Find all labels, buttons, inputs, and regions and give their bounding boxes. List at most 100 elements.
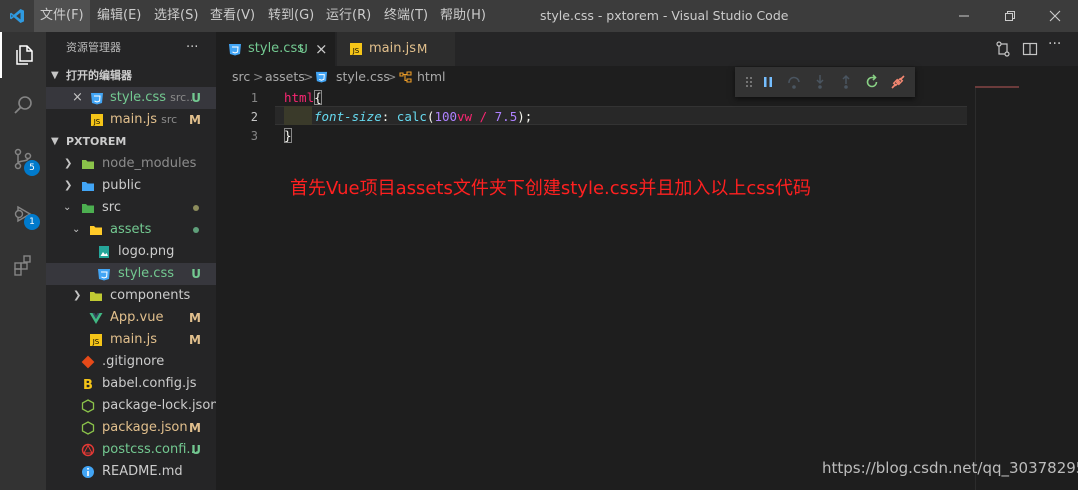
split-editor-icon <box>1022 42 1038 56</box>
tree-item-readme[interactable]: README.md <box>46 461 216 483</box>
tree-item-babel-config[interactable]: B babel.config.js <box>46 373 216 395</box>
editor-area[interactable] <box>216 88 1078 490</box>
tree-item-label: App.vue <box>110 310 164 325</box>
tree-item-public[interactable]: ❯ public <box>46 175 216 197</box>
number-literal: 100 <box>434 109 458 124</box>
info-file-icon <box>82 466 94 478</box>
close-window-button[interactable] <box>1032 0 1078 32</box>
tree-item-logo-png[interactable]: logo.png <box>46 241 216 263</box>
vue-file-icon <box>89 313 103 324</box>
drag-handle-icon[interactable] <box>741 74 757 90</box>
tree-item-node-modules[interactable]: ❯ node_modules <box>46 153 216 175</box>
status-badge: U <box>191 443 201 457</box>
tree-item-src[interactable]: ⌄ src <box>46 197 216 219</box>
tree-item-components[interactable]: ❯ components <box>46 285 216 307</box>
menu-terminal[interactable]: 终端(T) <box>378 0 434 32</box>
svg-text:JS: JS <box>92 338 100 346</box>
editor-more-actions-button[interactable]: ··· <box>1048 36 1061 52</box>
annotation-text: 首先Vue项目assets文件夹下创建style.css并且加入以上css代码 <box>290 178 812 199</box>
unit: vw <box>457 109 473 124</box>
split-editor-button[interactable] <box>1022 41 1038 61</box>
tab-close-icon[interactable]: × <box>315 32 328 66</box>
git-file-icon <box>81 355 95 369</box>
status-badge: U <box>191 267 201 281</box>
chevron-right-icon: ❯ <box>64 180 73 191</box>
breadcrumb-assets[interactable]: assets <box>265 66 305 88</box>
title-bar: 文件(F) 编辑(E) 选择(S) 查看(V) 转到(G) 运行(R) 终端(T… <box>0 0 1078 32</box>
step-over-icon[interactable] <box>786 74 802 90</box>
breadcrumb: src > assets > style.css > html <box>216 66 1078 88</box>
project-header[interactable]: ▼ PXTOREM <box>46 131 216 153</box>
menu-view[interactable]: 查看(V) <box>204 0 261 32</box>
run-debug-activity[interactable]: 1 <box>0 190 46 236</box>
tree-item-package-lock[interactable]: package-lock.json <box>46 395 219 417</box>
tree-item-gitignore[interactable]: .gitignore <box>46 351 216 373</box>
menu-help[interactable]: 帮助(H) <box>434 0 492 32</box>
tree-item-label: babel.config.js <box>102 376 197 391</box>
chevron-down-icon: ▼ <box>51 70 59 81</box>
open-editor-style-css[interactable]: × style.css src... U <box>46 87 216 109</box>
sidebar-title: 资源管理器 <box>66 41 121 54</box>
chevron-down-icon: ⌄ <box>63 202 72 213</box>
breadcrumb-separator: > <box>386 69 397 84</box>
tab-main-js[interactable]: JS main.js M <box>337 32 455 66</box>
source-control-activity[interactable]: 5 <box>0 136 46 182</box>
code-line-3: } <box>284 126 292 145</box>
disconnect-icon[interactable] <box>890 74 906 90</box>
restore-button[interactable] <box>987 0 1033 32</box>
operator: / <box>472 109 495 124</box>
breadcrumb-symbol[interactable]: html <box>417 66 445 88</box>
search-activity[interactable] <box>0 82 46 128</box>
code-line-2: font-size: calc(100vw / 7.5); <box>314 107 532 126</box>
tree-item-main-js[interactable]: JS main.js M <box>46 329 216 351</box>
tree-item-package-json[interactable]: package.json M <box>46 417 216 439</box>
explorer-activity[interactable] <box>0 32 46 78</box>
number-literal: 7.5 <box>494 109 518 124</box>
compare-changes-icon <box>996 41 1010 57</box>
open-editor-name: main.js <box>110 112 157 127</box>
breadcrumb-src[interactable]: src <box>232 66 250 88</box>
css-file-icon <box>98 269 110 281</box>
more-actions-button[interactable]: ··· <box>186 32 198 64</box>
step-into-icon[interactable] <box>812 74 828 90</box>
open-changes-button[interactable] <box>995 41 1011 61</box>
status-badge: M <box>189 311 201 325</box>
css-file-icon <box>91 93 103 105</box>
image-file-icon <box>99 246 109 258</box>
indent-guide <box>284 106 312 125</box>
menu-selection[interactable]: 选择(S) <box>148 0 204 32</box>
open-editors-title: 打开的编辑器 <box>66 69 132 82</box>
menu-file[interactable]: 文件(F) <box>34 0 90 32</box>
menu-goto[interactable]: 转到(G) <box>262 0 320 32</box>
breadcrumb-file[interactable]: style.css <box>336 66 390 88</box>
extensions-activity[interactable] <box>0 242 46 288</box>
modified-dot <box>193 205 199 211</box>
tree-item-assets[interactable]: ⌄ assets <box>46 219 216 241</box>
menu-edit[interactable]: 编辑(E) <box>91 0 147 32</box>
tree-item-postcss-config[interactable]: postcss.confi... U <box>46 439 216 461</box>
svg-text:JS: JS <box>93 118 101 126</box>
menu-run[interactable]: 运行(R) <box>320 0 377 32</box>
restart-icon[interactable] <box>864 74 880 90</box>
open-editor-main-js[interactable]: JS main.js src M <box>46 109 216 131</box>
tree-item-style-css[interactable]: style.css U <box>46 263 216 285</box>
open-editor-name: style.css <box>110 90 166 105</box>
search-icon <box>14 96 32 114</box>
tab-bar: style.css U × JS main.js M ··· <box>216 32 1078 66</box>
activity-bar: 5 1 <box>0 32 46 490</box>
svg-text:JS: JS <box>352 47 360 55</box>
open-editors-header[interactable]: ▼ 打开的编辑器 <box>46 65 216 87</box>
close-editor-icon[interactable]: × <box>72 87 83 109</box>
nodejs-file-icon <box>81 399 95 413</box>
tree-item-label: components <box>110 288 191 303</box>
pause-icon[interactable] <box>760 74 776 90</box>
line-number: 2 <box>250 110 258 124</box>
tab-style-css[interactable]: style.css U × <box>216 32 335 66</box>
tree-item-app-vue[interactable]: App.vue M <box>46 307 216 329</box>
folder-assets-icon <box>90 226 102 235</box>
status-badge: M <box>189 421 201 435</box>
step-out-icon[interactable] <box>838 74 854 90</box>
minimize-button[interactable] <box>941 0 987 32</box>
folder-components-icon <box>90 292 102 301</box>
line-number: 1 <box>250 91 258 105</box>
